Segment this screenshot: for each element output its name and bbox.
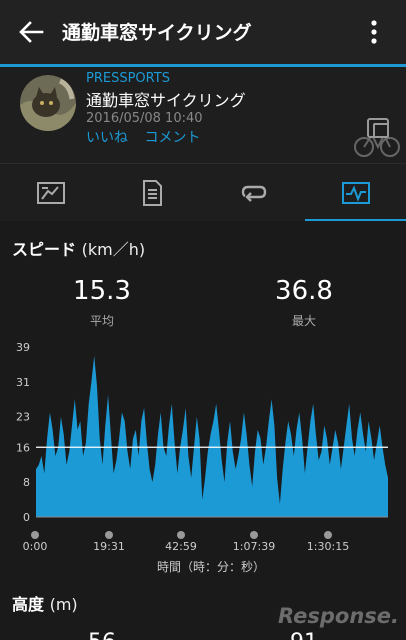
avg-elevation-value: 56 (32, 630, 172, 640)
y-tick-label: 23 (16, 411, 30, 424)
max-speed-value: 36.8 (275, 276, 333, 306)
y-tick-label: 31 (16, 376, 30, 389)
speed-title: スピード (12, 240, 77, 259)
activity-datetime: 2016/05/08 10:40 (86, 111, 203, 126)
elevation-unit: (m) (49, 595, 78, 614)
tab-summary[interactable] (0, 164, 101, 222)
y-tick-label: 8 (23, 476, 30, 489)
avatar[interactable] (20, 75, 76, 131)
x-tick-label: 0:00 (23, 540, 48, 553)
x-tick-marker (105, 531, 113, 539)
y-tick-label: 16 (16, 441, 30, 454)
social-links: いいね コメント (86, 127, 212, 147)
x-tick-marker (31, 531, 39, 539)
tab-laps[interactable] (203, 164, 304, 222)
x-tick-marker (324, 531, 332, 539)
arrow-back-icon[interactable] (16, 18, 46, 46)
y-tick-label: 39 (16, 341, 30, 354)
max-elevation-value: 91 (234, 630, 374, 640)
summary-icon (37, 182, 65, 204)
activity-header: PRESSPORTS 通勤車窓サイクリング 2016/05/08 10:40 い… (0, 67, 406, 163)
elevation-section-title: 高度 (m) (12, 591, 78, 615)
x-tick-label: 42:59 (165, 540, 197, 553)
activity-name: 通勤車窓サイクリング (86, 91, 246, 110)
y-tick-label: 0 (23, 511, 30, 524)
watermark: Response. (278, 604, 399, 628)
speed-area-series (36, 355, 388, 517)
tab-bar (0, 163, 406, 222)
x-tick-marker (177, 531, 185, 539)
speed-section-title: スピード (km／h) (12, 236, 145, 260)
speed-unit: (km／h) (81, 240, 146, 259)
x-tick-label: 19:31 (93, 540, 125, 553)
avg-speed-value: 15.3 (73, 276, 131, 306)
x-tick-label: 1:07:39 (233, 540, 275, 553)
x-axis-label: 時間（時：分：秒） (157, 560, 265, 574)
x-tick-label: 1:30:15 (307, 540, 349, 553)
activity-source[interactable]: PRESSPORTS (86, 71, 170, 86)
chart-icon (342, 182, 370, 204)
avg-speed-label: 平均 (89, 314, 114, 328)
like-link[interactable]: いいね (86, 130, 128, 146)
loop-icon (241, 185, 267, 202)
tab-details[interactable] (101, 164, 202, 222)
app-bar: 通勤車窓サイクリング (0, 0, 406, 64)
elevation-title: 高度 (12, 595, 45, 614)
x-tick-marker (250, 531, 258, 539)
tab-charts[interactable] (305, 164, 406, 222)
cycling-activity-icon (354, 118, 400, 157)
more-vertical-icon[interactable] (362, 16, 386, 48)
speed-chart[interactable]: 3931231680 0:00 19:31 42:59 1:07:39 1:30:15 … (0, 335, 406, 585)
document-icon (143, 180, 162, 206)
comment-link[interactable]: コメント (144, 130, 200, 146)
max-speed-label: 最大 (291, 314, 316, 328)
page-title: 通勤車窓サイクリング (62, 22, 252, 44)
